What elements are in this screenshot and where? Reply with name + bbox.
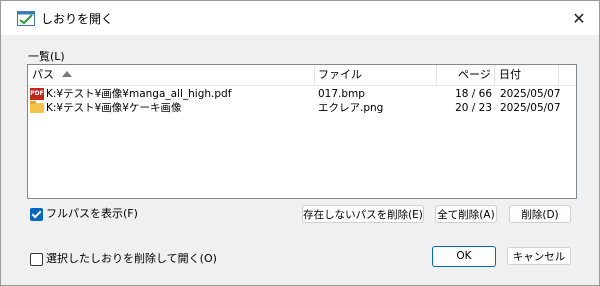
delete-after-open-label: 選択したしおりを削除して開く(O)	[46, 252, 217, 265]
item-page: 20 / 23	[455, 102, 492, 114]
delete-button[interactable]: 削除(D)	[509, 205, 571, 223]
list-item[interactable]: K:¥テスト¥画像¥ケーキ画像 エクレア.png 20 / 23 2025/05…	[28, 101, 576, 115]
item-file: エクレア.png	[318, 102, 384, 114]
list-header: パス ファイル ページ 日付	[28, 65, 576, 86]
pdf-icon: PDF	[30, 88, 44, 100]
column-header-page[interactable]: ページ	[458, 65, 491, 85]
bookmark-open-icon	[17, 11, 35, 26]
ok-button[interactable]: OK	[432, 246, 496, 267]
checkbox-checked-icon[interactable]	[30, 208, 43, 221]
list-label: 一覧(L)	[28, 50, 65, 63]
column-divider[interactable]	[436, 65, 437, 85]
column-divider[interactable]	[494, 65, 495, 85]
delete-missing-button[interactable]: 存在しないパスを削除(E)	[302, 205, 424, 223]
open-bookmark-dialog: しおりを開く ✕ 一覧(L) パス ファイル ページ 日付 PDF K:¥テスト…	[0, 0, 600, 286]
item-path: K:¥テスト¥画像¥manga_all_high.pdf	[46, 88, 232, 100]
folder-icon	[30, 101, 44, 113]
full-path-label: フルパスを表示(F)	[46, 207, 138, 220]
delete-all-button[interactable]: 全て削除(A)	[435, 205, 497, 223]
column-header-file[interactable]: ファイル	[318, 65, 362, 85]
column-header-date[interactable]: 日付	[499, 65, 521, 85]
item-path: K:¥テスト¥画像¥ケーキ画像	[46, 102, 182, 114]
item-page: 18 / 66	[455, 88, 492, 100]
sort-ascending-icon	[62, 71, 72, 77]
item-date: 2025/05/07	[500, 102, 561, 114]
list-item[interactable]: PDF K:¥テスト¥画像¥manga_all_high.pdf 017.bmp…	[28, 87, 576, 101]
item-file: 017.bmp	[318, 88, 365, 100]
checkbox-unchecked-icon[interactable]	[30, 253, 43, 266]
column-divider[interactable]	[558, 65, 559, 85]
cancel-button[interactable]: キャンセル	[507, 247, 571, 265]
close-button[interactable]: ✕	[569, 9, 589, 29]
item-date: 2025/05/07	[500, 88, 561, 100]
bookmark-list[interactable]: パス ファイル ページ 日付 PDF K:¥テスト¥画像¥manga_all_h…	[27, 64, 577, 199]
dialog-title: しおりを開く	[41, 12, 114, 26]
column-divider[interactable]	[314, 65, 315, 85]
title-bar: しおりを開く ✕	[1, 1, 599, 35]
column-header-path[interactable]: パス	[32, 65, 54, 85]
